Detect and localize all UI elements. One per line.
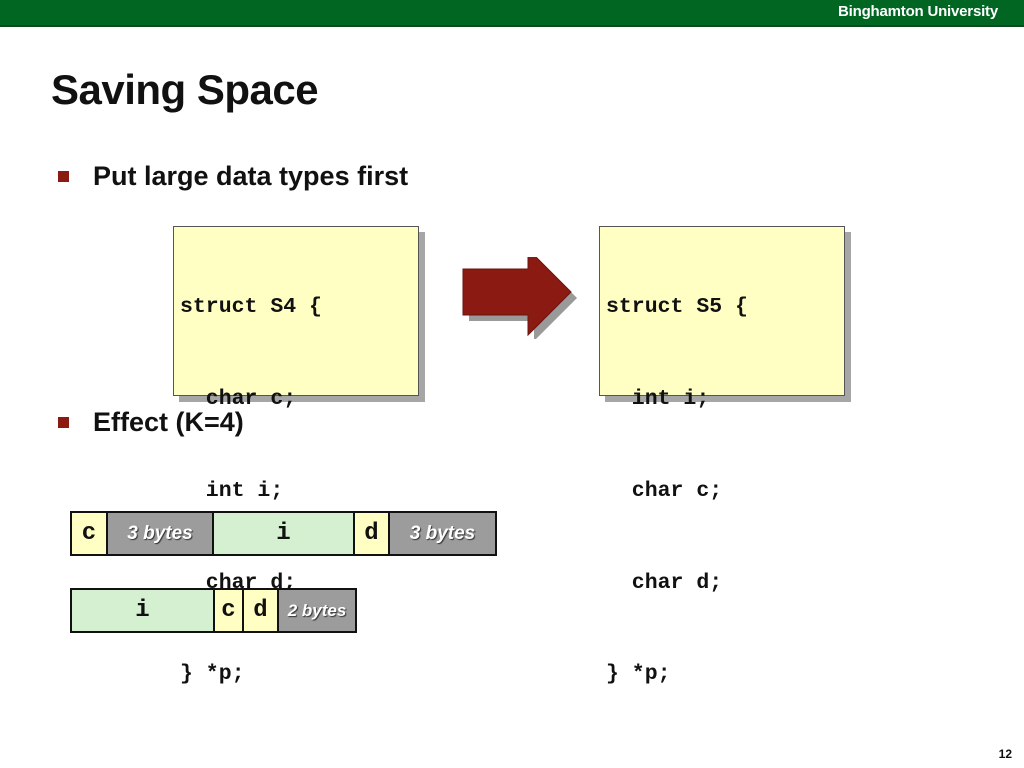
code-line: char c; — [606, 478, 723, 503]
bullet-item-1: Put large data types first — [58, 161, 408, 192]
code-line: int i; — [180, 478, 284, 503]
code-line: } *p; — [180, 662, 245, 687]
bullet-text-1: Put large data types first — [93, 161, 409, 191]
layout-cell-int-i: i — [72, 590, 215, 631]
layout-cell-char-d: d — [355, 513, 390, 554]
layout-cell-char-d: d — [244, 590, 279, 631]
header-bar: Binghamton University — [0, 0, 1024, 27]
memory-layout-s4: c 3 bytes i d 3 bytes — [70, 511, 497, 556]
code-block-s4: struct S4 { char c; int i; char d; } *p; — [173, 226, 419, 686]
right-arrow-icon — [462, 257, 577, 339]
layout-cell-padding: 3 bytes — [390, 513, 495, 554]
bullet-item-2: Effect (K=4) — [58, 407, 244, 438]
code-line: struct S4 { — [180, 295, 322, 320]
page-number: 12 — [998, 747, 1012, 761]
layout-cell-padding: 2 bytes — [279, 590, 355, 631]
layout-cell-char-c: c — [215, 590, 244, 631]
square-bullet-icon — [58, 417, 69, 428]
code-line: int i; — [606, 386, 710, 411]
layout-cell-padding: 3 bytes — [108, 513, 214, 554]
code-line: char d; — [606, 570, 723, 595]
memory-layout-s5: i c d 2 bytes — [70, 588, 357, 633]
institution-name: Binghamton University — [838, 3, 998, 20]
code-block-s5: struct S5 { int i; char c; char d; } *p; — [599, 226, 845, 686]
bullet-text-2: Effect (K=4) — [93, 407, 244, 437]
code-line: } *p; — [606, 662, 671, 687]
code-line: struct S5 { — [606, 295, 748, 320]
square-bullet-icon — [58, 171, 69, 182]
layout-cell-int-i: i — [214, 513, 355, 554]
layout-cell-char-c: c — [72, 513, 108, 554]
slide-title: Saving Space — [51, 66, 319, 113]
